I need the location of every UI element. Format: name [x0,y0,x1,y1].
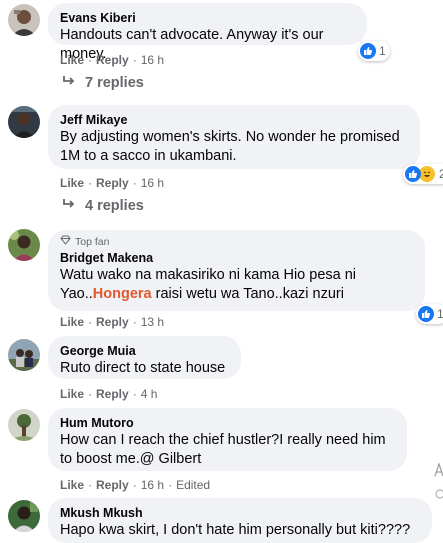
reaction-count: 2 [439,167,443,181]
reply-arrow-icon [62,198,76,214]
comment-bubble: Top fan Bridget Makena Watu wako na maka… [48,230,425,311]
edited-label: Edited [176,478,211,492]
reply-button[interactable]: Reply [96,387,129,401]
comment-bubble: Mkush Mkush Hapo kwa skirt, I don't hate… [48,498,432,543]
reply-button[interactable]: Reply [96,478,129,492]
reaction-summary[interactable]: 1 [358,41,390,61]
like-button[interactable]: Like [60,478,84,492]
comment-author[interactable]: Bridget Makena [60,250,413,266]
like-reaction-icon [360,43,376,59]
avatar[interactable] [8,409,40,441]
timestamp[interactable]: 16 h [141,176,164,190]
comment-author[interactable]: Evans Kiberi [60,10,355,26]
comment-author[interactable]: George Muia [60,343,229,359]
top-fan-badge: Top fan [60,235,413,248]
view-replies-button[interactable]: 7 replies [62,75,144,91]
more-options-icon[interactable] [433,462,443,502]
avatar[interactable] [8,106,40,138]
comment-actions: Like · Reply · 16 h [60,53,165,67]
comment-actions: Like · Reply · 16 h · Edited [60,478,211,492]
like-reaction-icon [405,166,421,182]
like-button[interactable]: Like [60,315,84,329]
comment-actions: Like · Reply · 16 h [60,176,165,190]
avatar[interactable] [8,229,40,261]
comment-text: Hapo kwa skirt, I don't hate him persona… [60,522,411,538]
highlighted-word: Hongera [92,286,152,302]
comment-bubble: Hum Mutoro How can I reach the chief hus… [48,408,407,471]
timestamp[interactable]: 4 h [141,387,158,401]
comment-text: By adjusting women's skirts. No wonder h… [60,129,400,164]
timestamp[interactable]: 16 h [141,478,164,492]
like-button[interactable]: Like [60,53,84,67]
comment-actions: Like · Reply · 4 h [60,387,158,401]
top-fan-label: Top fan [75,235,110,248]
comment-bubble: George Muia Ruto direct to state house [48,336,241,379]
comment-text: How can I reach the chief hustler?I real… [60,432,386,467]
reply-button[interactable]: Reply [96,176,129,190]
comment-text: Ruto direct to state house [60,360,226,376]
reaction-count: 1 [437,307,443,321]
reaction-count: 1 [379,44,386,58]
like-button[interactable]: Like [60,176,84,190]
reply-button[interactable]: Reply [96,53,129,67]
avatar[interactable] [8,339,40,371]
comment-author[interactable]: Hum Mutoro [60,415,395,431]
comment-author[interactable]: Mkush Mkush [60,505,420,521]
like-button[interactable]: Like [60,387,84,401]
comment-actions: Like · Reply · 13 h [60,315,165,329]
comment-text: Watu wako na makasiriko ni kama Hio pesa… [60,267,357,302]
avatar[interactable] [8,500,40,532]
replies-label: 7 replies [85,75,144,91]
like-reaction-icon [418,306,434,322]
reply-button[interactable]: Reply [96,315,129,329]
timestamp[interactable]: 16 h [141,53,164,67]
view-replies-button[interactable]: 4 replies [62,198,144,214]
comment-bubble: Jeff Mikaye By adjusting women's skirts.… [48,105,420,169]
replies-label: 4 replies [85,198,144,214]
comment-bubble: Evans Kiberi Handouts can't advocate. An… [48,3,367,62]
reaction-summary[interactable]: 1 [416,304,443,324]
reply-arrow-icon [62,75,76,91]
avatar[interactable] [8,4,40,36]
reaction-summary[interactable]: 2 [403,164,443,184]
timestamp[interactable]: 13 h [141,315,164,329]
comment-author[interactable]: Jeff Mikaye [60,112,408,128]
diamond-icon [60,235,71,248]
